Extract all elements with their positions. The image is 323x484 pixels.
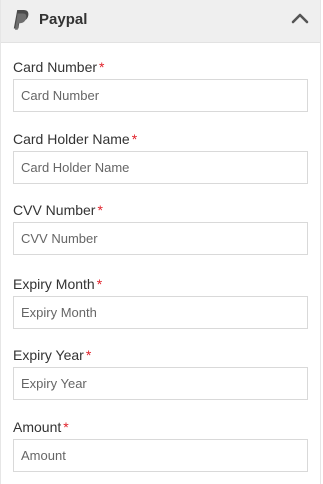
paypal-payment-panel: Paypal Card Number* Card Holder Name* CV… [0,0,321,484]
required-marker: * [85,347,92,363]
required-marker: * [97,202,103,218]
panel-title: Paypal [39,11,88,28]
required-marker: * [99,59,105,75]
chevron-up-icon[interactable] [290,9,310,29]
cvv-number-input[interactable] [13,222,308,255]
amount-input[interactable] [13,439,308,472]
card-number-input[interactable] [13,79,308,112]
card-number-label: Card Number * [13,59,105,75]
expiry-month-input[interactable] [13,296,308,329]
paypal-logo-icon [13,10,29,30]
expiry-year-input[interactable] [13,367,308,400]
card-holder-name-input[interactable] [13,151,308,184]
required-marker: * [96,276,103,292]
required-marker: * [63,419,69,435]
amount-label: Amount * [13,419,69,435]
cvv-number-label: CVV Number * [13,202,103,218]
required-marker: * [131,131,138,147]
card-holder-name-label: Card Holder Name * [13,131,138,147]
panel-header[interactable]: Paypal [1,0,320,43]
expiry-year-label: Expiry Year * [13,347,92,363]
expiry-month-label: Expiry Month * [13,276,103,292]
